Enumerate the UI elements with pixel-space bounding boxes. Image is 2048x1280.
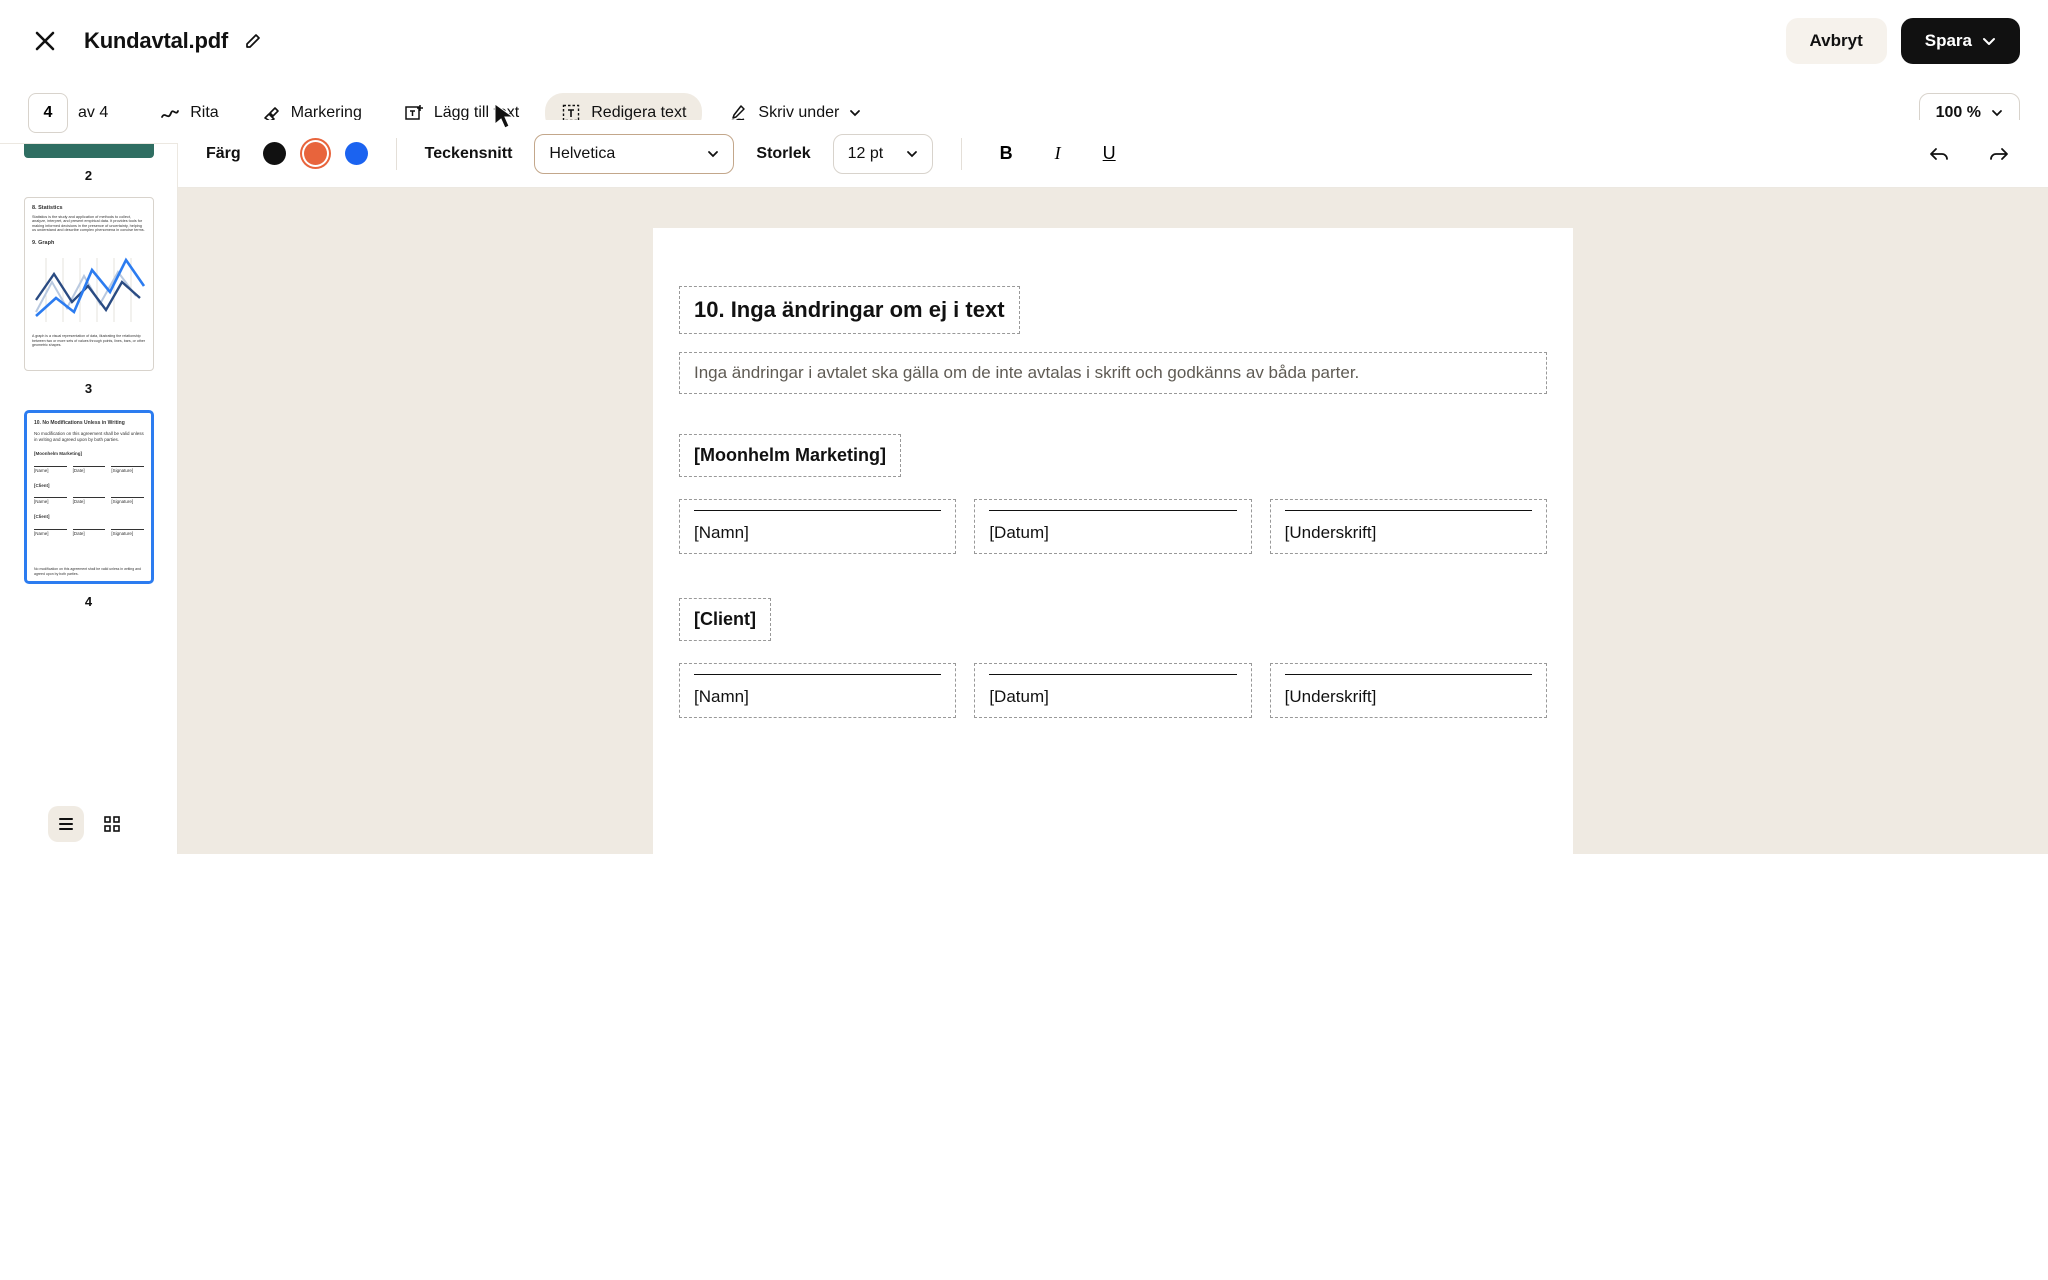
thumb4-footer: No modification on this agreement shall …	[34, 567, 144, 578]
thumb3-h2: 9. Graph	[32, 240, 146, 247]
underline-button[interactable]: U	[1093, 137, 1126, 170]
font-select[interactable]: Helvetica	[534, 134, 734, 174]
size-value: 12 pt	[848, 145, 884, 163]
party2-box[interactable]: [Client]	[679, 598, 771, 641]
thumb4-party2a: [Client]	[34, 483, 144, 490]
sig-date-1[interactable]: [Datum]	[974, 499, 1251, 554]
cancel-label: Avbryt	[1810, 31, 1863, 51]
undo-icon	[1928, 145, 1950, 163]
font-value: Helvetica	[549, 145, 615, 163]
sig-signature-label-2: [Underskrift]	[1285, 687, 1377, 706]
size-label: Storlek	[756, 145, 810, 163]
chevron-down-icon	[849, 107, 861, 119]
thumb3-body: Statistics is the study and application …	[32, 215, 146, 233]
section-body-box[interactable]: Inga ändringar i avtalet ska gälla om de…	[679, 352, 1547, 394]
list-icon	[57, 815, 75, 833]
save-button[interactable]: Spara	[1901, 18, 2020, 64]
cancel-button[interactable]: Avbryt	[1786, 18, 1887, 64]
close-icon	[34, 30, 56, 52]
edit-title-button[interactable]	[240, 28, 266, 54]
thumb4-c3: [Signature]	[111, 468, 133, 473]
document-title: Kundavtal.pdf	[84, 28, 228, 54]
tool-draw-label: Rita	[190, 104, 218, 122]
sig-date-label-2: [Datum]	[989, 687, 1049, 706]
chart-icon	[32, 252, 148, 330]
thumb4-c3b: [Signature]	[111, 499, 133, 504]
redo-icon	[1988, 145, 2010, 163]
redo-button[interactable]	[1978, 139, 2020, 169]
party1-label: [Moonhelm Marketing]	[694, 445, 886, 465]
thumb4-c2c: [Date]	[73, 531, 85, 536]
page-total-label: av 4	[78, 104, 108, 122]
grid-icon	[103, 815, 121, 833]
chevron-down-icon	[906, 148, 918, 160]
zoom-value: 100 %	[1936, 104, 1981, 122]
tool-add-text-label: Lägg till text	[434, 104, 519, 122]
thumb3-h1: 8. Statistics	[32, 205, 63, 211]
thumb4-title: 10. No Modifications Unless in Writing	[34, 420, 125, 426]
bold-button[interactable]: B	[990, 137, 1023, 170]
font-label: Teckensnitt	[425, 145, 513, 163]
thumb4-c2: [Date]	[73, 468, 85, 473]
view-list-button[interactable]	[48, 806, 84, 842]
thumb4-c1b: [Name]	[34, 499, 49, 504]
section-title-box[interactable]: 10. Inga ändringar om ej i text	[679, 286, 1020, 334]
size-select[interactable]: 12 pt	[833, 134, 933, 174]
sig-signature-1[interactable]: [Underskrift]	[1270, 499, 1547, 554]
chevron-down-icon	[1982, 34, 1996, 48]
thumb3-caption: A graph is a visual representation of da…	[32, 334, 146, 347]
thumbnail-page-4[interactable]: 10. No Modifications Unless in Writing N…	[24, 410, 154, 584]
color-swatch-black[interactable]	[263, 142, 286, 165]
tool-sign-label: Skriv under	[758, 104, 839, 122]
color-swatch-blue[interactable]	[345, 142, 368, 165]
chevron-down-icon	[1991, 107, 2003, 119]
undo-button[interactable]	[1918, 139, 1960, 169]
thumb4-c1c: [Name]	[34, 531, 49, 536]
thumb-num-2: 2	[24, 168, 153, 183]
section-body: Inga ändringar i avtalet ska gälla om de…	[694, 363, 1359, 382]
sig-name-label: [Namn]	[694, 523, 749, 542]
color-label: Färg	[206, 145, 241, 163]
color-swatch-orange[interactable]	[304, 142, 327, 165]
thumb-num-4: 4	[24, 594, 153, 609]
page-4: 10. Inga ändringar om ej i text Inga änd…	[653, 228, 1573, 854]
sig-date-2[interactable]: [Datum]	[974, 663, 1251, 718]
chevron-down-icon	[707, 148, 719, 160]
thumb4-c1: [Name]	[34, 468, 49, 473]
sig-name-1[interactable]: [Namn]	[679, 499, 956, 554]
party2-label: [Client]	[694, 609, 756, 629]
sig-date-label: [Datum]	[989, 523, 1049, 542]
divider	[396, 138, 397, 170]
save-label: Spara	[1925, 31, 1972, 51]
party1-box[interactable]: [Moonhelm Marketing]	[679, 434, 901, 477]
thumb4-c3c: [Signature]	[111, 531, 133, 536]
tool-edit-text-label: Redigera text	[591, 104, 686, 122]
sig-signature-label: [Underskrift]	[1285, 523, 1377, 542]
tool-highlight-label: Markering	[291, 104, 362, 122]
thumbnail-page-2-fragment[interactable]	[24, 144, 154, 158]
thumbnail-page-3[interactable]: 8. Statistics Statistics is the study an…	[24, 197, 154, 371]
sig-signature-2[interactable]: [Underskrift]	[1270, 663, 1547, 718]
page-number-input[interactable]	[28, 93, 68, 133]
close-button[interactable]	[28, 24, 62, 58]
sig-name-label-2: [Namn]	[694, 687, 749, 706]
thumb4-party2b: [Client]	[34, 514, 144, 521]
italic-button[interactable]: I	[1045, 137, 1071, 170]
thumb4-c2b: [Date]	[73, 499, 85, 504]
divider	[961, 138, 962, 170]
sig-name-2[interactable]: [Namn]	[679, 663, 956, 718]
view-grid-button[interactable]	[94, 806, 130, 842]
pencil-icon	[244, 32, 262, 50]
thumb4-body: No modification on this agreement shall …	[34, 431, 144, 445]
thumb4-party1: [Moonhelm Marketing]	[34, 451, 144, 458]
thumb-num-3: 3	[24, 381, 153, 396]
section-title: 10. Inga ändringar om ej i text	[694, 297, 1005, 322]
